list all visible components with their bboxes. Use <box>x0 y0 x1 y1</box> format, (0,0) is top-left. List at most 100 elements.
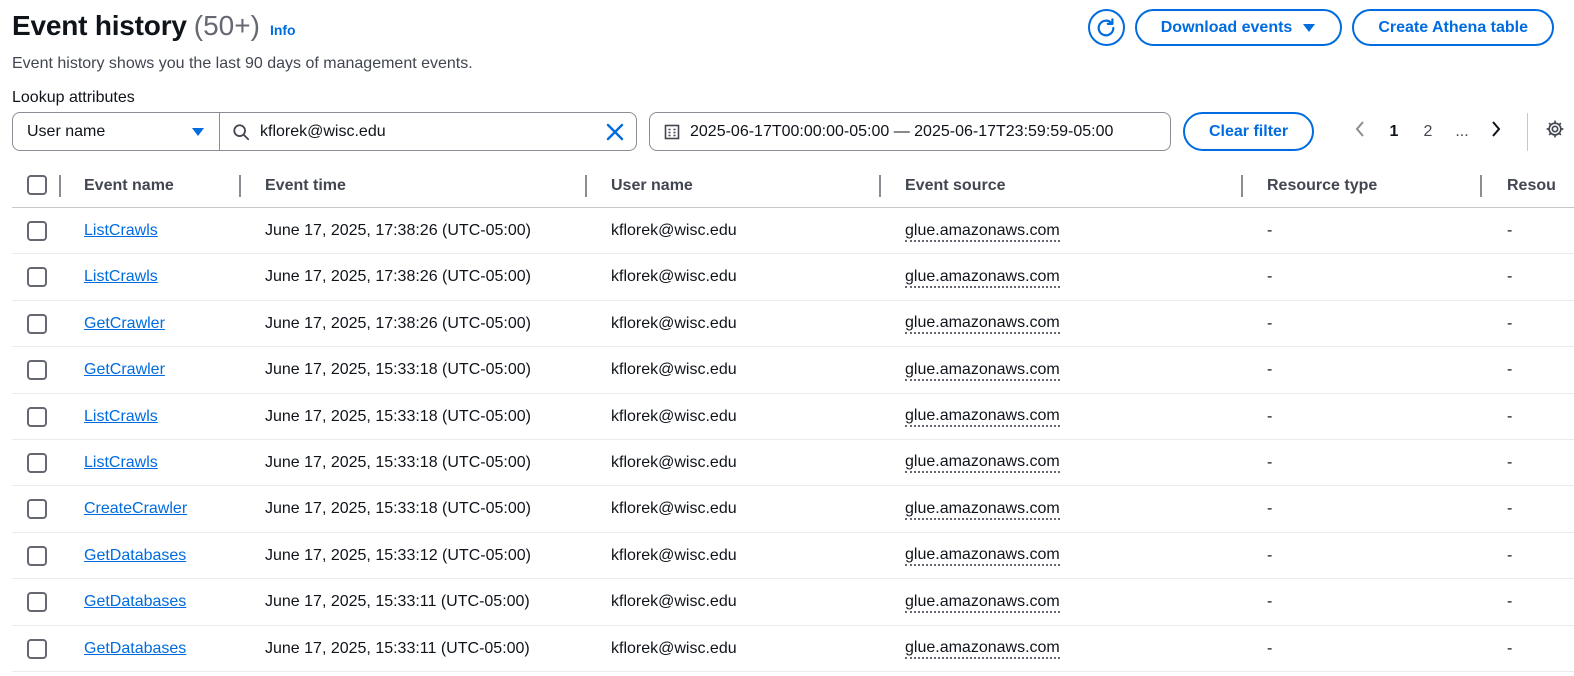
event-name-link[interactable]: ListCrawls <box>84 408 158 426</box>
event-time-cell: June 17, 2025, 15:33:18 (UTC-05:00) <box>265 500 531 518</box>
event-source-cell: glue.amazonaws.com <box>905 440 1060 486</box>
table-row[interactable]: CreateCrawler June 17, 2025, 15:33:18 (UT… <box>12 486 1574 533</box>
pagination: 1 2 ... <box>1343 112 1572 151</box>
event-time-cell: June 17, 2025, 17:38:26 (UTC-05:00) <box>265 314 531 332</box>
event-name-link[interactable]: GetDatabases <box>84 640 186 658</box>
event-name-link[interactable]: GetDatabases <box>84 593 186 611</box>
next-page-button[interactable] <box>1479 121 1513 142</box>
refresh-button[interactable] <box>1087 9 1125 46</box>
event-source-value[interactable]: glue.amazonaws.com <box>905 638 1060 660</box>
caret-down-icon <box>192 127 204 136</box>
event-time-cell: June 17, 2025, 17:38:26 (UTC-05:00) <box>265 268 531 286</box>
event-source-value[interactable]: glue.amazonaws.com <box>905 452 1060 474</box>
column-header-event-source[interactable]: Event source <box>905 163 1005 208</box>
page-1-button[interactable]: 1 <box>1377 123 1411 141</box>
refresh-icon <box>1097 17 1115 36</box>
event-name-cell: ListCrawls <box>84 254 158 300</box>
user-name-cell: kflorek@wisc.edu <box>611 361 737 379</box>
column-header-user-name[interactable]: User name <box>611 163 693 208</box>
table-row[interactable]: ListCrawls June 17, 2025, 15:33:18 (UTC-0… <box>12 394 1574 440</box>
header-actions: Download events Create Athena table <box>1087 9 1554 46</box>
clear-filter-label: Clear filter <box>1209 122 1289 140</box>
table-row[interactable]: GetCrawler June 17, 2025, 17:38:26 (UTC-0… <box>12 301 1574 348</box>
row-checkbox[interactable] <box>27 452 47 473</box>
info-link[interactable]: Info <box>270 22 296 38</box>
row-checkbox[interactable] <box>27 267 47 288</box>
event-source-value[interactable]: glue.amazonaws.com <box>905 592 1060 613</box>
column-divider <box>879 175 881 197</box>
event-source-cell: glue.amazonaws.com <box>905 533 1060 579</box>
event-time-cell: June 17, 2025, 17:38:26 (UTC-05:00) <box>265 222 531 239</box>
event-name-link[interactable]: GetCrawler <box>84 361 165 379</box>
table-row[interactable]: ListCrawls June 17, 2025, 15:33:18 (UTC-0… <box>12 440 1574 487</box>
row-checkbox[interactable] <box>27 313 47 334</box>
select-all-checkbox[interactable] <box>27 175 47 195</box>
preferences-button[interactable] <box>1538 119 1572 144</box>
event-count: (50+) <box>193 10 260 41</box>
column-header-event-time[interactable]: Event time <box>265 163 346 208</box>
pagination-divider <box>1527 112 1528 151</box>
row-checkbox[interactable] <box>27 360 47 381</box>
column-divider <box>1241 175 1243 197</box>
event-name-link[interactable]: GetCrawler <box>84 315 165 333</box>
column-divider <box>239 175 241 197</box>
row-checkbox[interactable] <box>27 221 47 241</box>
event-name-link[interactable]: CreateCrawler <box>84 500 187 518</box>
column-divider <box>1480 175 1482 197</box>
table-row[interactable]: GetCrawler June 17, 2025, 15:33:18 (UTC-0… <box>12 347 1574 394</box>
page-header: Event history (50+) Info <box>12 10 296 42</box>
download-events-button[interactable]: Download events <box>1134 9 1343 46</box>
resource-type-cell: - <box>1267 222 1273 239</box>
event-source-value[interactable]: glue.amazonaws.com <box>905 360 1060 381</box>
user-name-cell: kflorek@wisc.edu <box>611 314 737 332</box>
lookup-filter: User name <box>12 112 637 151</box>
event-name-link[interactable]: ListCrawls <box>84 222 158 240</box>
event-name-cell: GetCrawler <box>84 347 165 393</box>
resource-name-cell: - <box>1507 593 1513 611</box>
create-athena-table-label: Create Athena table <box>1378 18 1528 36</box>
resource-name-cell: - <box>1507 268 1513 286</box>
row-checkbox[interactable] <box>27 499 47 520</box>
create-athena-table-button[interactable]: Create Athena table <box>1352 9 1554 46</box>
row-checkbox[interactable] <box>27 406 47 427</box>
event-name-link[interactable]: GetDatabases <box>84 547 186 565</box>
table-row[interactable]: GetDatabases June 17, 2025, 15:33:12 (UTC… <box>12 533 1574 580</box>
column-header-resource-name[interactable]: Resou <box>1507 163 1574 208</box>
resource-name-cell: - <box>1507 222 1513 239</box>
date-range-picker[interactable]: 2025-06-17T00:00:00-05:00 — 2025-06-17T2… <box>649 112 1171 151</box>
resource-name-cell: - <box>1507 546 1513 564</box>
user-name-cell: kflorek@wisc.edu <box>611 546 737 564</box>
event-name-link[interactable]: ListCrawls <box>84 268 158 286</box>
event-source-value[interactable]: glue.amazonaws.com <box>905 313 1060 335</box>
event-source-cell: glue.amazonaws.com <box>905 626 1060 672</box>
column-header-event-name[interactable]: Event name <box>84 163 174 208</box>
event-source-value[interactable]: glue.amazonaws.com <box>905 221 1060 242</box>
prev-page-button[interactable] <box>1343 121 1377 142</box>
event-source-cell: glue.amazonaws.com <box>905 579 1060 625</box>
row-checkbox[interactable] <box>27 592 47 613</box>
resource-type-cell: - <box>1267 593 1273 611</box>
event-time-cell: June 17, 2025, 15:33:12 (UTC-05:00) <box>265 546 531 564</box>
event-source-value[interactable]: glue.amazonaws.com <box>905 499 1060 520</box>
table-row[interactable]: GetDatabases June 17, 2025, 15:33:11 (UTC… <box>12 579 1574 626</box>
event-source-value[interactable]: glue.amazonaws.com <box>905 545 1060 567</box>
resource-type-cell: - <box>1267 361 1273 379</box>
date-range-value: 2025-06-17T00:00:00-05:00 — 2025-06-17T2… <box>690 122 1114 140</box>
row-checkbox[interactable] <box>27 545 47 566</box>
row-checkbox[interactable] <box>27 638 47 659</box>
table-row[interactable]: GetDatabases June 17, 2025, 15:33:11 (UTC… <box>12 626 1574 672</box>
table-row[interactable]: ListCrawls June 17, 2025, 17:38:26 (UTC-0… <box>12 208 1574 255</box>
event-source-value[interactable]: glue.amazonaws.com <box>905 267 1060 288</box>
search-input[interactable] <box>260 122 596 141</box>
table-row[interactable]: ListCrawls June 17, 2025, 17:38:26 (UTC-0… <box>12 254 1574 301</box>
event-source-value[interactable]: glue.amazonaws.com <box>905 406 1060 428</box>
event-time-cell: June 17, 2025, 15:33:11 (UTC-05:00) <box>265 593 530 611</box>
clear-filter-button[interactable]: Clear filter <box>1183 112 1315 151</box>
column-header-resource-type[interactable]: Resource type <box>1267 163 1377 208</box>
resource-type-cell: - <box>1267 500 1273 518</box>
event-name-link[interactable]: ListCrawls <box>84 454 158 472</box>
close-icon[interactable] <box>606 123 624 141</box>
page-2-button[interactable]: 2 <box>1411 123 1445 141</box>
attribute-select[interactable]: User name <box>13 113 220 150</box>
chevron-right-icon <box>1492 121 1501 137</box>
